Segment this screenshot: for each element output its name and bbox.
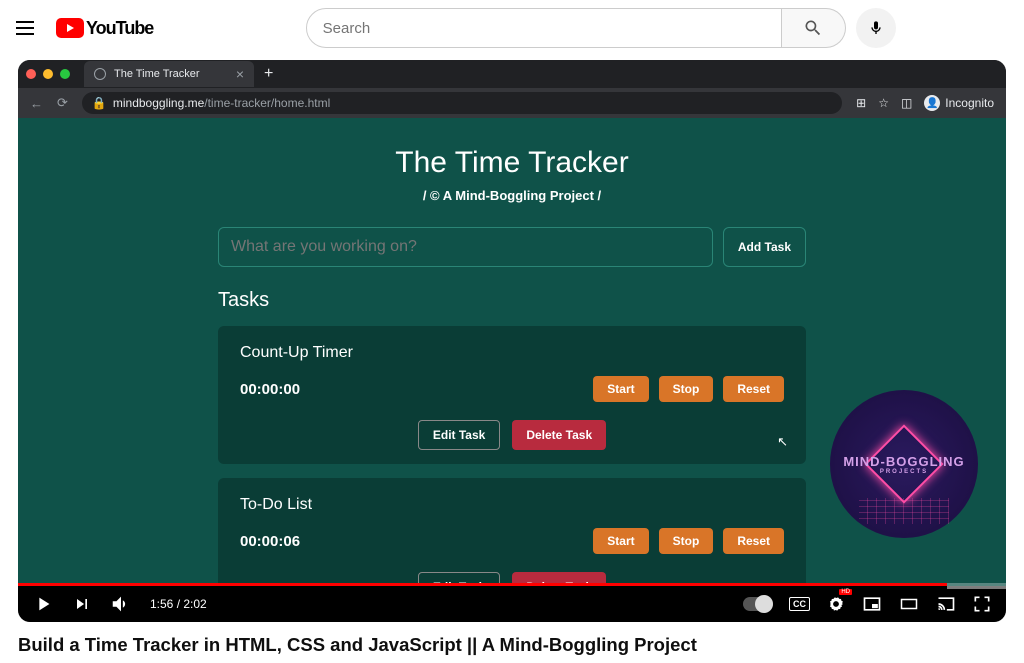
video-player: The Time Tracker × + ← ⟳ 🔒 mindboggling.… [18,60,1006,622]
youtube-brand-text: YouTube [86,18,153,39]
task-input[interactable] [218,227,713,267]
search-input[interactable] [306,8,782,48]
cast-button[interactable] [936,594,956,614]
miniplayer-button[interactable] [862,594,882,614]
app-subtitle: / © A Mind-Boggling Project / [18,188,1006,203]
minimize-window-icon[interactable] [43,69,53,79]
video-title: Build a Time Tracker in HTML, CSS and Ja… [18,634,1006,656]
address-bar[interactable]: 🔒 mindboggling.me/time-tracker/home.html [82,92,842,114]
stop-button[interactable]: Stop [659,376,714,402]
next-button[interactable] [72,594,92,614]
incognito-icon: 👤 [924,95,940,111]
start-button[interactable]: Start [593,528,648,554]
new-tab-button[interactable]: + [264,65,273,83]
time-display: 1:56 / 2:02 [150,597,207,611]
browser-toolbar: ← ⟳ 🔒 mindboggling.me/time-tracker/home.… [18,88,1006,118]
close-window-icon[interactable] [26,69,36,79]
video-controls: 1:56 / 2:02 CC [18,586,1006,622]
maximize-window-icon[interactable] [60,69,70,79]
globe-icon [94,68,106,80]
browser-tab-bar: The Time Tracker × + [18,60,1006,88]
task-time: 00:00:06 [240,533,300,550]
volume-button[interactable] [110,593,132,615]
edit-task-button[interactable]: Edit Task [418,420,500,450]
watermark-line1: MIND-BOGGLING [843,454,964,469]
search-icon [803,18,823,38]
tasks-heading: Tasks [218,289,806,312]
task-name: To-Do List [240,496,784,514]
url-domain: mindboggling.me [113,96,204,110]
tab-title: The Time Tracker [114,68,200,80]
channel-watermark[interactable]: MIND-BOGGLING PROJECTS [830,390,978,538]
bookmark-icon[interactable]: ☆ [878,96,889,110]
close-tab-icon[interactable]: × [236,66,244,82]
incognito-badge: 👤 Incognito [924,95,994,111]
start-button[interactable]: Start [593,376,648,402]
browser-tab[interactable]: The Time Tracker × [84,61,254,87]
task-name: Count-Up Timer [240,344,784,362]
extensions-icon[interactable]: ◫ [901,96,912,110]
reset-button[interactable]: Reset [723,376,784,402]
delete-task-button[interactable]: Delete Task [512,420,606,450]
microphone-icon [868,20,884,36]
youtube-play-icon [56,18,84,38]
reset-button[interactable]: Reset [723,528,784,554]
reload-icon[interactable]: ⟳ [57,95,68,111]
url-path: /time-tracker/home.html [204,96,330,110]
theater-button[interactable] [898,595,920,613]
play-button[interactable] [32,593,54,615]
settings-button[interactable] [826,594,846,614]
back-icon[interactable]: ← [30,96,43,111]
voice-search-button[interactable] [856,8,896,48]
task-card: To-Do List 00:00:06 Start Stop Reset Edi… [218,478,806,586]
task-time: 00:00:00 [240,381,300,398]
autoplay-toggle[interactable] [743,597,773,611]
app-title: The Time Tracker [18,146,1006,180]
watermark-line2: PROJECTS [843,469,964,475]
app-content: The Time Tracker / © A Mind-Boggling Pro… [18,118,1006,586]
stop-button[interactable]: Stop [659,528,714,554]
fullscreen-button[interactable] [972,594,992,614]
translate-icon[interactable]: ⊞ [856,96,866,110]
lock-icon: 🔒 [92,96,107,110]
search-button[interactable] [782,8,846,48]
captions-button[interactable]: CC [789,597,810,611]
window-controls [26,69,70,79]
add-task-button[interactable]: Add Task [723,227,806,267]
task-card: Count-Up Timer 00:00:00 Start Stop Reset… [218,326,806,464]
youtube-header: YouTube [0,0,1024,56]
youtube-logo[interactable]: YouTube [56,18,153,39]
menu-icon[interactable] [16,16,40,40]
